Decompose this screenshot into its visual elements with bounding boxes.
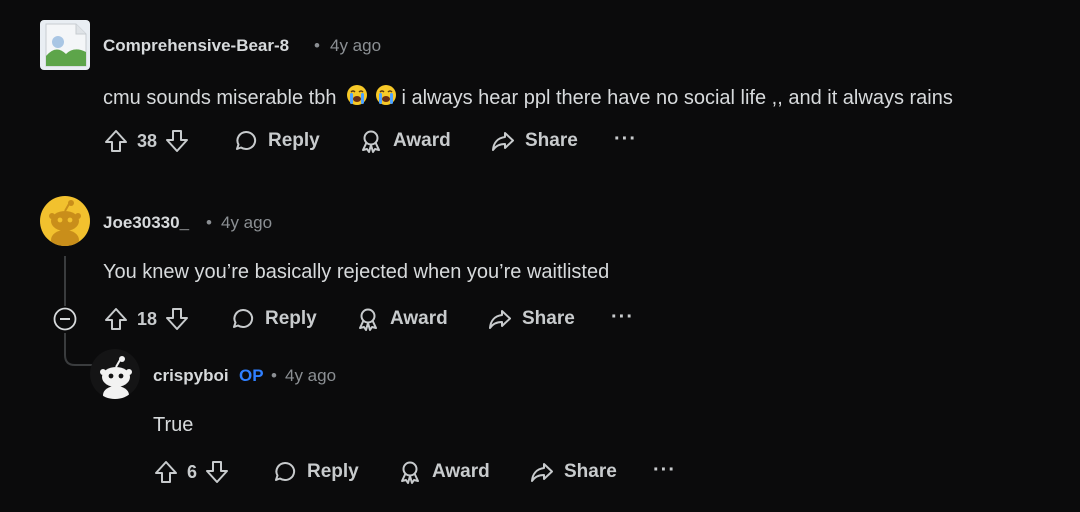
downvote-arrow-icon[interactable] <box>164 306 190 332</box>
chat-bubble-icon <box>275 461 296 481</box>
share-button[interactable]: Share <box>529 459 617 485</box>
minus-circle-icon <box>53 307 77 331</box>
chat-bubble-icon <box>236 130 257 150</box>
share-arrow-icon <box>492 132 514 151</box>
downvote-arrow-icon[interactable] <box>204 459 230 485</box>
share-button[interactable]: Share <box>487 306 575 332</box>
vote-group: 6 <box>153 459 230 485</box>
upvote-arrow-icon[interactable] <box>103 128 129 154</box>
reply-label: Reply <box>268 130 320 151</box>
award-button[interactable]: Award <box>355 306 448 332</box>
share-arrow-icon <box>531 463 553 482</box>
action-bar: 18 Reply Award Share ··· <box>103 302 663 336</box>
more-options-button[interactable]: ··· <box>611 306 634 329</box>
timestamp[interactable]: 4y ago <box>330 36 381 56</box>
timestamp[interactable]: 4y ago <box>285 366 336 386</box>
share-label: Share <box>564 461 617 482</box>
reply-button[interactable]: Reply <box>230 306 317 332</box>
vote-count: 6 <box>187 461 198 482</box>
vote-group: 18 <box>103 306 190 332</box>
meta-separator: • <box>206 213 212 232</box>
action-bar: 6 Reply Award Share ··· <box>153 455 713 489</box>
comment-text-part-1: cmu sounds miserable tbh <box>103 86 337 109</box>
more-options-button[interactable]: ··· <box>614 128 637 151</box>
upvote-arrow-icon[interactable] <box>103 306 129 332</box>
share-arrow-icon <box>489 310 511 329</box>
vote-count: 18 <box>137 308 158 329</box>
award-icon <box>359 308 377 331</box>
upvote-arrow-icon[interactable] <box>153 459 179 485</box>
image-placeholder-icon <box>45 23 87 67</box>
reply-button[interactable]: Reply <box>233 128 320 154</box>
comment-body: True <box>153 414 194 436</box>
meta-separator: • <box>271 366 277 385</box>
award-label: Award <box>393 130 451 151</box>
thread-line[interactable] <box>64 256 66 306</box>
reply-button[interactable]: Reply <box>272 459 359 485</box>
comment-text-part-2: i always hear ppl there have no social l… <box>401 86 953 109</box>
award-label: Award <box>432 461 490 482</box>
comment-body: cmu sounds miserable tbh i always hear p… <box>103 84 953 112</box>
timestamp[interactable]: 4y ago <box>221 213 272 233</box>
share-label: Share <box>522 308 575 329</box>
op-badge: OP <box>239 366 264 385</box>
award-icon <box>362 130 380 153</box>
vote-count: 38 <box>137 130 158 151</box>
more-options-button[interactable]: ··· <box>653 459 676 482</box>
share-button[interactable]: Share <box>490 128 578 154</box>
action-bar: 38 Reply Award Share ··· <box>103 124 663 158</box>
downvote-arrow-icon[interactable] <box>164 128 190 154</box>
award-button[interactable]: Award <box>358 128 451 154</box>
username[interactable]: Comprehensive-Bear-8 <box>103 36 289 56</box>
crying-emoji-icon <box>346 84 368 112</box>
snoo-avatar-icon <box>49 200 81 246</box>
avatar[interactable] <box>40 196 90 246</box>
username[interactable]: crispyboi <box>153 366 229 386</box>
award-button[interactable]: Award <box>397 459 490 485</box>
comment-body: You knew you’re basically rejected when … <box>103 261 610 283</box>
chat-bubble-icon <box>233 308 254 328</box>
avatar[interactable] <box>40 20 90 70</box>
crying-emoji-icon <box>375 84 397 112</box>
reply-label: Reply <box>265 308 317 329</box>
award-icon <box>401 461 419 484</box>
meta-separator: • <box>314 36 320 55</box>
share-label: Share <box>525 130 578 151</box>
avatar[interactable] <box>90 349 140 399</box>
username[interactable]: Joe30330_ <box>103 213 189 233</box>
reply-label: Reply <box>307 461 359 482</box>
vote-group: 38 <box>103 128 190 154</box>
collapse-thread-button[interactable] <box>53 307 77 331</box>
snoo-avatar-icon <box>100 356 132 399</box>
award-label: Award <box>390 308 448 329</box>
